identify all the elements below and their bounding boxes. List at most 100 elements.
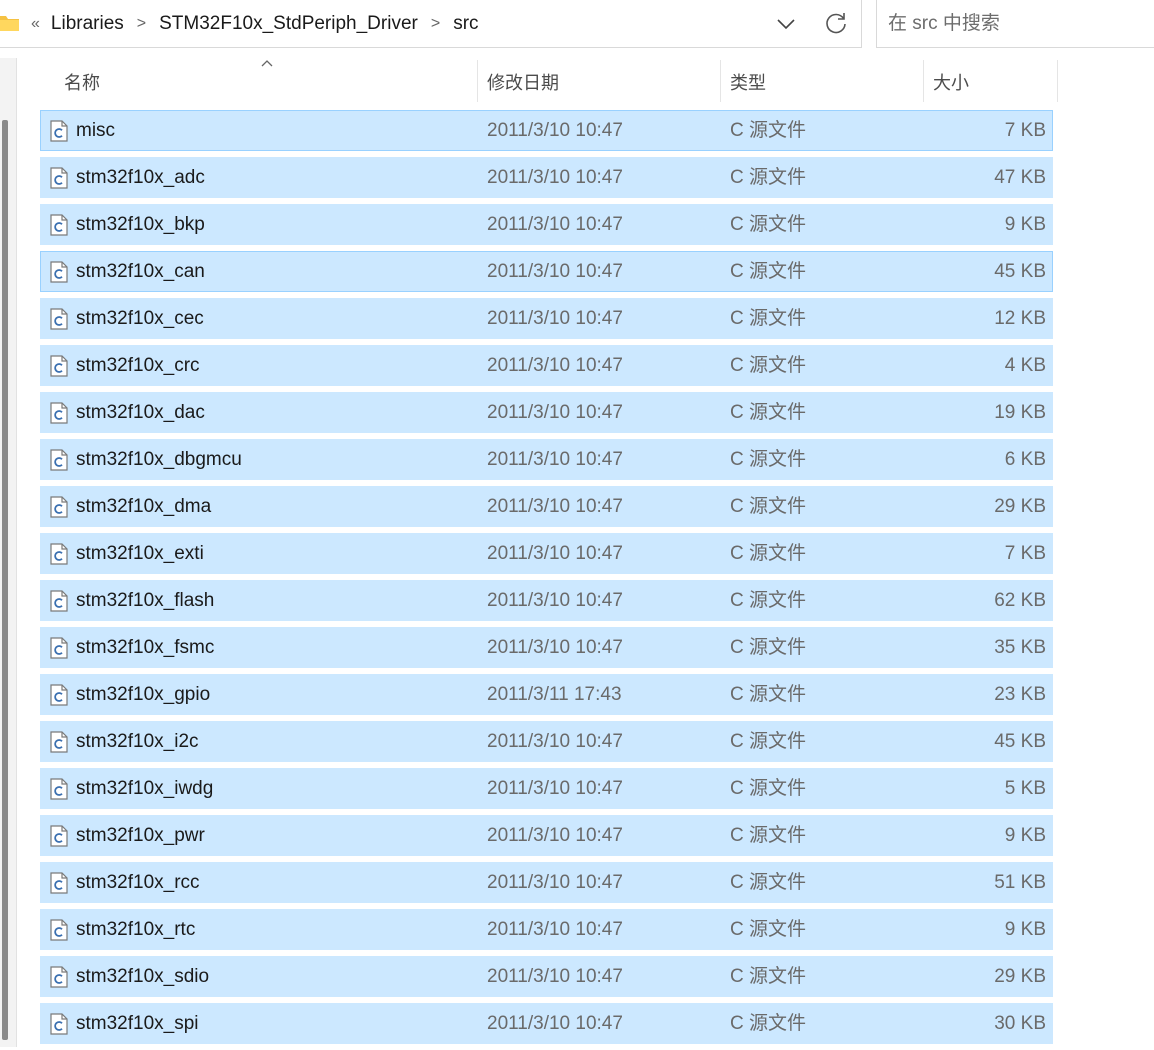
file-row[interactable]: stm32f10x_bkp 2011/3/10 10:47 C 源文件 9 KB — [40, 204, 1053, 245]
c-source-file-icon — [50, 872, 68, 894]
file-type: C 源文件 — [730, 402, 807, 423]
file-date-modified: 2011/3/10 10:47 — [487, 449, 623, 470]
file-size: 5 KB — [1004, 778, 1046, 799]
c-source-file-icon — [50, 731, 68, 753]
file-name[interactable]: stm32f10x_can — [76, 252, 205, 292]
file-name[interactable]: stm32f10x_sdio — [76, 957, 209, 997]
file-date-modified: 2011/3/10 10:47 — [487, 214, 623, 235]
file-row[interactable]: stm32f10x_sdio 2011/3/10 10:47 C 源文件 29 KB — [40, 956, 1053, 997]
file-size: 23 KB — [994, 684, 1046, 705]
file-size: 47 KB — [994, 167, 1046, 188]
refresh-icon[interactable] — [821, 9, 851, 39]
column-divider[interactable] — [477, 60, 478, 102]
file-date-modified: 2011/3/10 10:47 — [487, 543, 623, 564]
file-date-modified: 2011/3/10 10:47 — [487, 731, 623, 752]
column-header-size[interactable]: 大小 — [933, 58, 1053, 106]
column-divider[interactable] — [720, 60, 721, 102]
file-row[interactable]: stm32f10x_cec 2011/3/10 10:47 C 源文件 12 KB — [40, 298, 1053, 339]
file-row[interactable]: stm32f10x_adc 2011/3/10 10:47 C 源文件 47 KB — [40, 157, 1053, 198]
file-row[interactable]: stm32f10x_iwdg 2011/3/10 10:47 C 源文件 5 KB — [40, 768, 1053, 809]
search-input[interactable] — [886, 12, 1150, 36]
navigation-pane-scrollbar[interactable] — [0, 58, 17, 1047]
file-row[interactable]: stm32f10x_rcc 2011/3/10 10:47 C 源文件 51 KB — [40, 862, 1053, 903]
file-name[interactable]: stm32f10x_dbgmcu — [76, 440, 242, 480]
column-divider[interactable] — [923, 60, 924, 102]
file-name[interactable]: stm32f10x_spi — [76, 1004, 199, 1044]
breadcrumb-libraries[interactable]: Libraries — [50, 13, 125, 35]
file-name[interactable]: misc — [76, 111, 115, 151]
file-date-modified: 2011/3/10 10:47 — [487, 590, 623, 611]
c-source-file-icon — [50, 543, 68, 565]
chevron-down-icon[interactable] — [771, 10, 801, 38]
file-row[interactable]: stm32f10x_crc 2011/3/10 10:47 C 源文件 4 KB — [40, 345, 1053, 386]
file-date-modified: 2011/3/10 10:47 — [487, 872, 623, 893]
file-name[interactable]: stm32f10x_cec — [76, 299, 204, 339]
c-source-file-icon — [50, 825, 68, 847]
file-date-modified: 2011/3/10 10:47 — [487, 355, 623, 376]
file-name[interactable]: stm32f10x_pwr — [76, 816, 205, 856]
file-date-modified: 2011/3/10 10:47 — [487, 496, 623, 517]
file-type: C 源文件 — [730, 120, 807, 141]
c-source-file-icon — [50, 261, 68, 283]
file-type: C 源文件 — [730, 684, 807, 705]
file-type: C 源文件 — [730, 308, 807, 329]
file-row[interactable]: stm32f10x_fsmc 2011/3/10 10:47 C 源文件 35 KB — [40, 627, 1053, 668]
file-size: 9 KB — [1004, 919, 1046, 940]
address-bar[interactable]: « Libraries > STM32F10x_StdPeriph_Driver… — [0, 0, 862, 48]
file-row[interactable]: stm32f10x_flash 2011/3/10 10:47 C 源文件 62 KB — [40, 580, 1053, 621]
file-size: 9 KB — [1004, 214, 1046, 235]
folder-icon — [0, 16, 19, 31]
file-row[interactable]: stm32f10x_can 2011/3/10 10:47 C 源文件 45 KB — [40, 251, 1053, 292]
file-name[interactable]: stm32f10x_gpio — [76, 675, 210, 715]
column-header-date[interactable]: 修改日期 — [487, 58, 717, 106]
file-row[interactable]: misc 2011/3/10 10:47 C 源文件 7 KB — [40, 110, 1053, 151]
file-row[interactable]: stm32f10x_dbgmcu 2011/3/10 10:47 C 源文件 6 KB — [40, 439, 1053, 480]
file-row[interactable]: stm32f10x_spi 2011/3/10 10:47 C 源文件 30 KB — [40, 1003, 1053, 1044]
file-name[interactable]: stm32f10x_dma — [76, 487, 211, 527]
breadcrumb-stdperiph-driver[interactable]: STM32F10x_StdPeriph_Driver — [158, 13, 419, 35]
file-name[interactable]: stm32f10x_bkp — [76, 205, 205, 245]
scrollbar-thumb[interactable] — [2, 120, 8, 1040]
file-type: C 源文件 — [730, 1013, 807, 1034]
file-size: 4 KB — [1004, 355, 1046, 376]
c-source-file-icon — [50, 449, 68, 471]
file-date-modified: 2011/3/10 10:47 — [487, 167, 623, 188]
file-size: 29 KB — [994, 966, 1046, 987]
file-name[interactable]: stm32f10x_rtc — [76, 910, 195, 950]
c-source-file-icon — [50, 214, 68, 236]
file-name[interactable]: stm32f10x_fsmc — [76, 628, 214, 668]
file-name[interactable]: stm32f10x_rcc — [76, 863, 200, 903]
file-type: C 源文件 — [730, 496, 807, 517]
file-row[interactable]: stm32f10x_dac 2011/3/10 10:47 C 源文件 19 KB — [40, 392, 1053, 433]
file-size: 45 KB — [994, 731, 1046, 752]
breadcrumb-overflow[interactable]: « — [31, 15, 40, 33]
file-row[interactable]: stm32f10x_gpio 2011/3/11 17:43 C 源文件 23 KB — [40, 674, 1053, 715]
file-name[interactable]: stm32f10x_i2c — [76, 722, 199, 762]
file-name[interactable]: stm32f10x_flash — [76, 581, 214, 621]
column-header-type[interactable]: 类型 — [730, 58, 920, 106]
breadcrumb-separator[interactable]: > — [137, 15, 146, 33]
file-type: C 源文件 — [730, 966, 807, 987]
c-source-file-icon — [50, 966, 68, 988]
file-name[interactable]: stm32f10x_exti — [76, 534, 204, 574]
file-size: 7 KB — [1004, 543, 1046, 564]
c-source-file-icon — [50, 167, 68, 189]
column-divider[interactable] — [1057, 60, 1058, 102]
file-name[interactable]: stm32f10x_crc — [76, 346, 200, 386]
file-row[interactable]: stm32f10x_rtc 2011/3/10 10:47 C 源文件 9 KB — [40, 909, 1053, 950]
file-date-modified: 2011/3/10 10:47 — [487, 637, 623, 658]
breadcrumb-src[interactable]: src — [452, 13, 479, 35]
file-name[interactable]: stm32f10x_adc — [76, 158, 205, 198]
file-date-modified: 2011/3/10 10:47 — [487, 919, 623, 940]
file-row[interactable]: stm32f10x_exti 2011/3/10 10:47 C 源文件 7 KB — [40, 533, 1053, 574]
file-date-modified: 2011/3/10 10:47 — [487, 778, 623, 799]
column-header-name[interactable]: 名称 — [64, 58, 474, 106]
search-box[interactable] — [876, 0, 1154, 48]
file-row[interactable]: stm32f10x_dma 2011/3/10 10:47 C 源文件 29 KB — [40, 486, 1053, 527]
file-size: 19 KB — [994, 402, 1046, 423]
file-name[interactable]: stm32f10x_dac — [76, 393, 205, 433]
file-row[interactable]: stm32f10x_pwr 2011/3/10 10:47 C 源文件 9 KB — [40, 815, 1053, 856]
breadcrumb-separator[interactable]: > — [431, 15, 440, 33]
file-row[interactable]: stm32f10x_i2c 2011/3/10 10:47 C 源文件 45 KB — [40, 721, 1053, 762]
file-name[interactable]: stm32f10x_iwdg — [76, 769, 213, 809]
